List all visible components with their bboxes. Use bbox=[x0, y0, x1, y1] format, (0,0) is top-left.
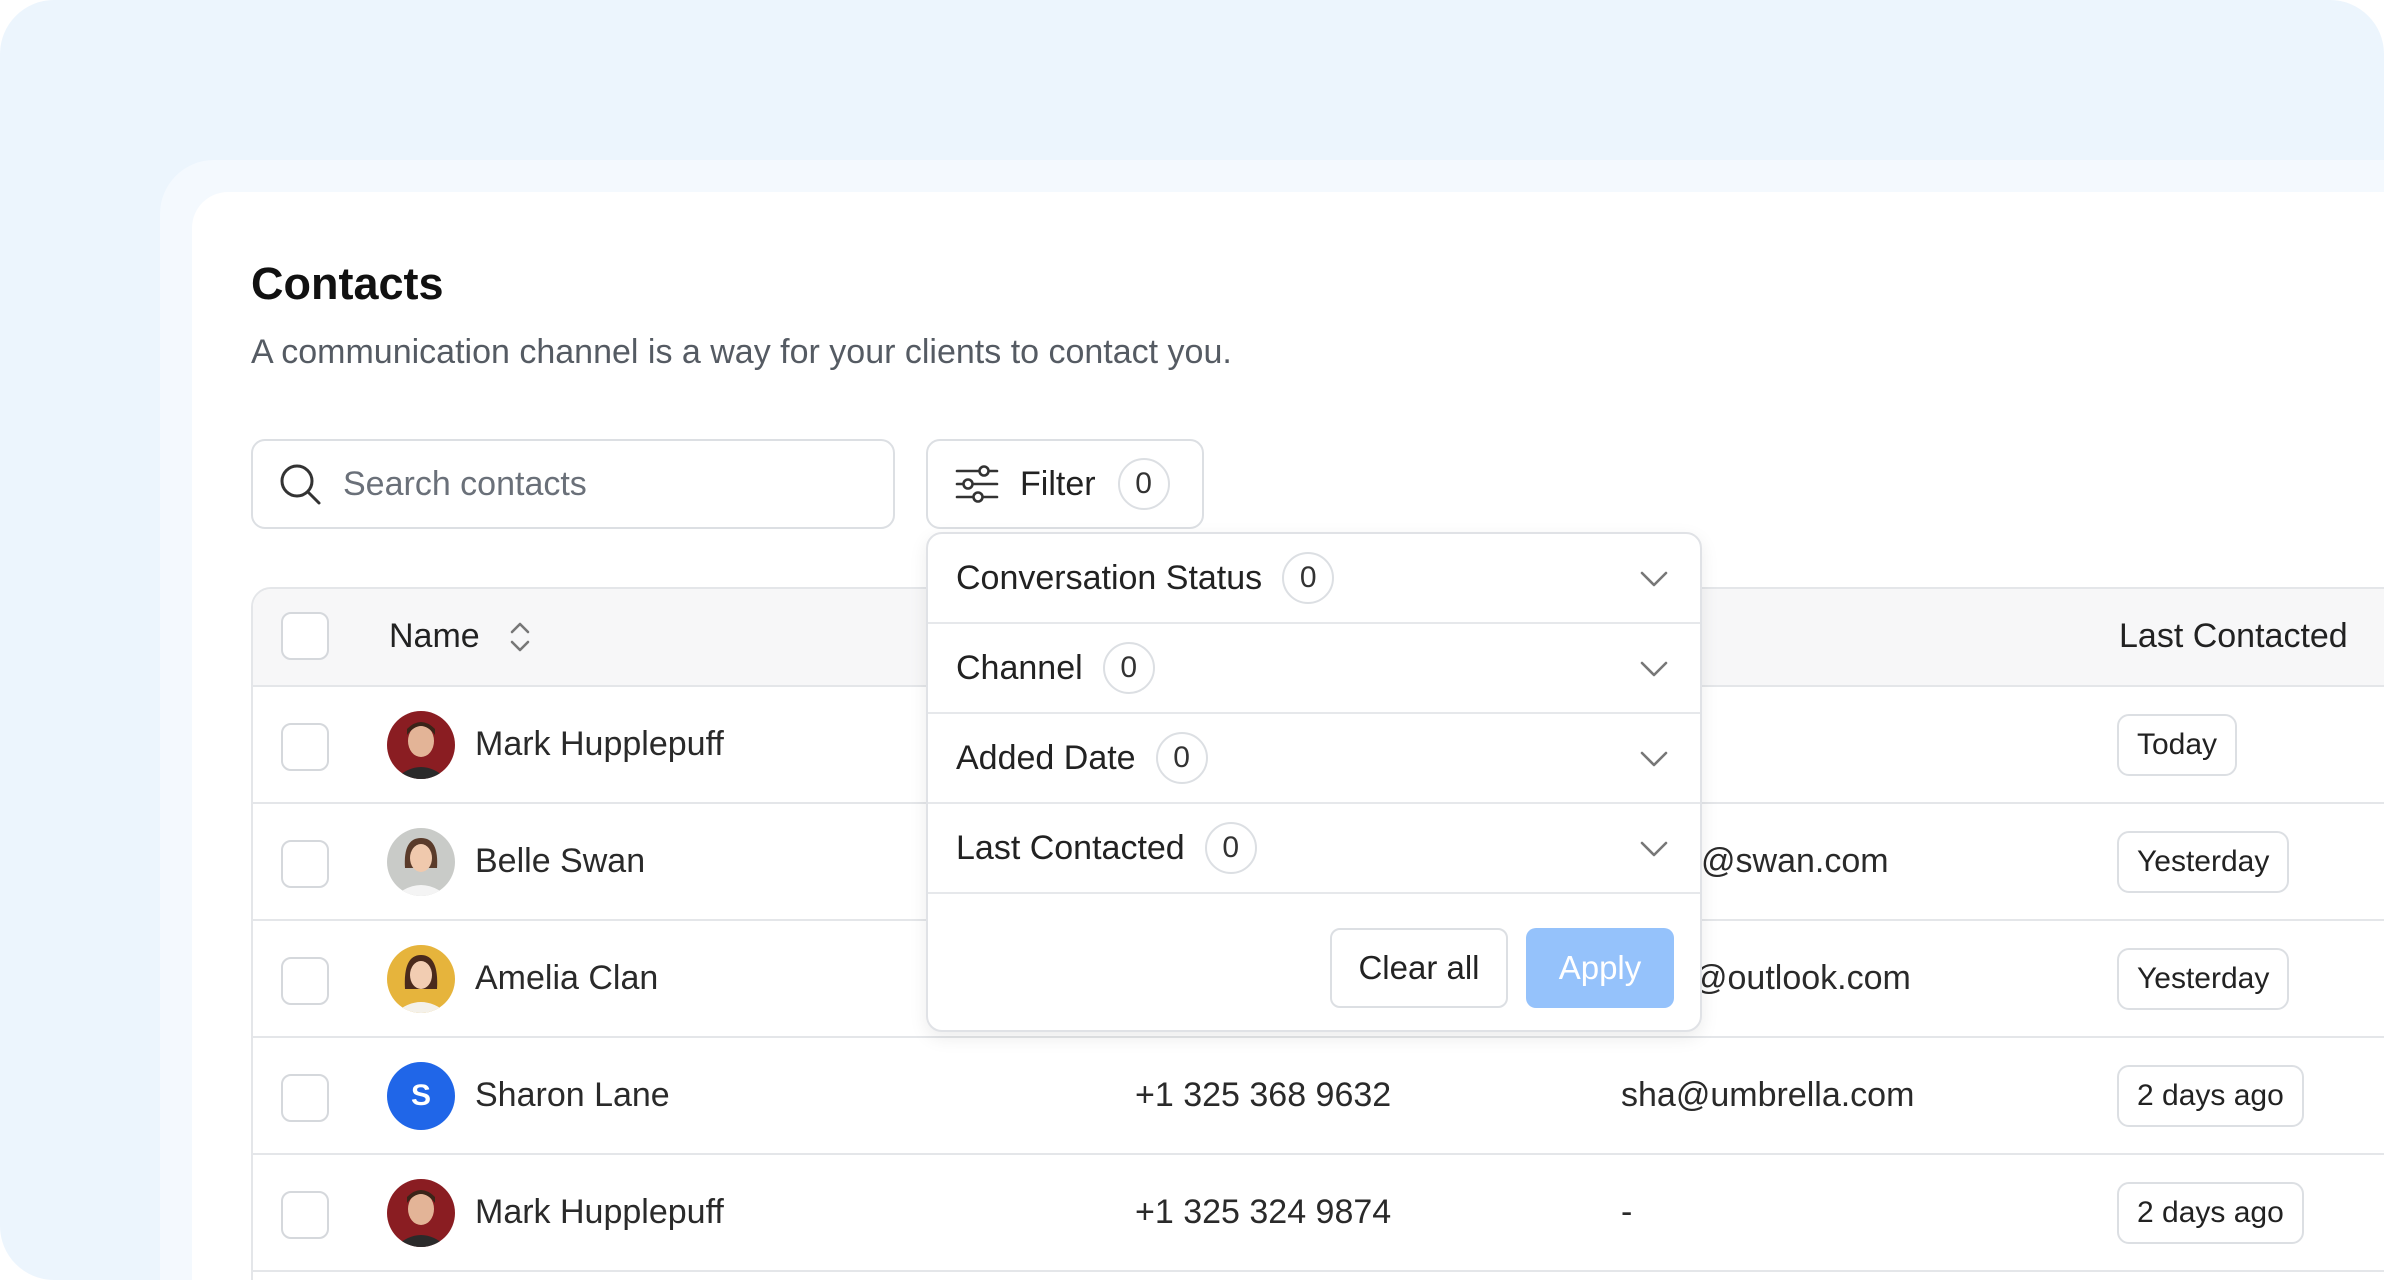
filter-option-count: 0 bbox=[1102, 642, 1155, 694]
contact-name: Amelia Clan bbox=[475, 959, 659, 997]
filter-option-count: 0 bbox=[1155, 732, 1208, 784]
avatar bbox=[387, 1179, 455, 1247]
clear-all-button[interactable]: Clear all bbox=[1330, 928, 1508, 1008]
contact-email: - bbox=[1621, 1193, 1633, 1231]
contact-name: Mark Hupplepuff bbox=[475, 725, 724, 763]
contact-name: Belle Swan bbox=[475, 842, 646, 880]
contact-phone: +1 325 324 9874 bbox=[1135, 1193, 1392, 1231]
filter-option-channel[interactable]: Channel 0 bbox=[928, 624, 1700, 714]
contact-phone: +1 325 368 9632 bbox=[1135, 1076, 1392, 1114]
avatar: S bbox=[387, 1062, 455, 1130]
search-input[interactable] bbox=[343, 464, 863, 504]
filter-option-last-contacted[interactable]: Last Contacted 0 bbox=[928, 804, 1700, 894]
filter-option-count: 0 bbox=[1204, 822, 1257, 874]
contact-name: Sharon Lane bbox=[475, 1076, 670, 1114]
filter-option-conversation-status[interactable]: Conversation Status 0 bbox=[928, 534, 1700, 624]
avatar bbox=[387, 828, 455, 896]
chevron-down-icon bbox=[1640, 751, 1668, 767]
row-checkbox[interactable] bbox=[281, 840, 329, 888]
last-contacted-badge: Yesterday bbox=[2117, 831, 2290, 893]
avatar-photo-icon bbox=[387, 711, 455, 779]
sliders-icon bbox=[955, 465, 999, 503]
contact-name: Mark Hupplepuff bbox=[475, 1193, 724, 1231]
last-contacted-badge: 2 days ago bbox=[2117, 1182, 2304, 1244]
table-row[interactable]: S Sharon Lane +1 325 368 9632 sha@umbrel… bbox=[253, 1038, 2384, 1155]
avatar-photo-icon bbox=[387, 945, 455, 1013]
filter-option-label: Added Date bbox=[956, 738, 1136, 777]
avatar bbox=[387, 711, 455, 779]
filter-dropdown: Conversation Status 0 Channel 0 Added Da… bbox=[926, 532, 1702, 1032]
search-box[interactable] bbox=[251, 439, 895, 529]
contact-email: @swan.com bbox=[1701, 842, 1889, 880]
column-header-last-contacted[interactable]: Last Contacted bbox=[2119, 617, 2348, 656]
filter-label: Filter bbox=[1020, 464, 1096, 503]
filter-count-badge: 0 bbox=[1117, 458, 1170, 510]
last-contacted-badge: 2 days ago bbox=[2117, 1065, 2304, 1127]
filter-option-label: Last Contacted bbox=[956, 828, 1185, 867]
chevron-down-icon bbox=[1640, 571, 1668, 587]
search-icon bbox=[280, 464, 321, 505]
filter-option-count: 0 bbox=[1282, 552, 1335, 604]
sort-icon[interactable] bbox=[505, 617, 535, 657]
filter-option-label: Channel bbox=[956, 648, 1083, 687]
chevron-down-icon bbox=[1640, 841, 1668, 857]
select-all-checkbox[interactable] bbox=[281, 612, 329, 660]
apply-button[interactable]: Apply bbox=[1526, 928, 1674, 1008]
filter-button[interactable]: Filter 0 bbox=[926, 439, 1204, 529]
avatar bbox=[387, 945, 455, 1013]
chevron-down-icon bbox=[1640, 661, 1668, 677]
avatar-photo-icon bbox=[387, 1179, 455, 1247]
row-checkbox[interactable] bbox=[281, 957, 329, 1005]
avatar-photo-icon bbox=[387, 828, 455, 896]
last-contacted-badge: Yesterday bbox=[2117, 948, 2290, 1010]
filter-option-added-date[interactable]: Added Date 0 bbox=[928, 714, 1700, 804]
contact-email: @outlook.com bbox=[1693, 959, 1911, 997]
table-row[interactable]: Mark Hupplepuff +1 325 324 9874 - 2 days… bbox=[253, 1155, 2384, 1272]
row-checkbox[interactable] bbox=[281, 1074, 329, 1122]
row-checkbox[interactable] bbox=[281, 1191, 329, 1239]
last-contacted-badge: Today bbox=[2117, 714, 2238, 776]
page-subtitle: A communication channel is a way for you… bbox=[251, 333, 1232, 371]
filter-option-label: Conversation Status bbox=[956, 558, 1263, 597]
contact-email: sha@umbrella.com bbox=[1621, 1076, 1915, 1114]
column-header-name[interactable]: Name bbox=[389, 617, 480, 656]
page-title: Contacts bbox=[251, 258, 444, 309]
row-checkbox[interactable] bbox=[281, 723, 329, 771]
filter-dropdown-footer: Clear all Apply bbox=[928, 910, 1700, 1030]
